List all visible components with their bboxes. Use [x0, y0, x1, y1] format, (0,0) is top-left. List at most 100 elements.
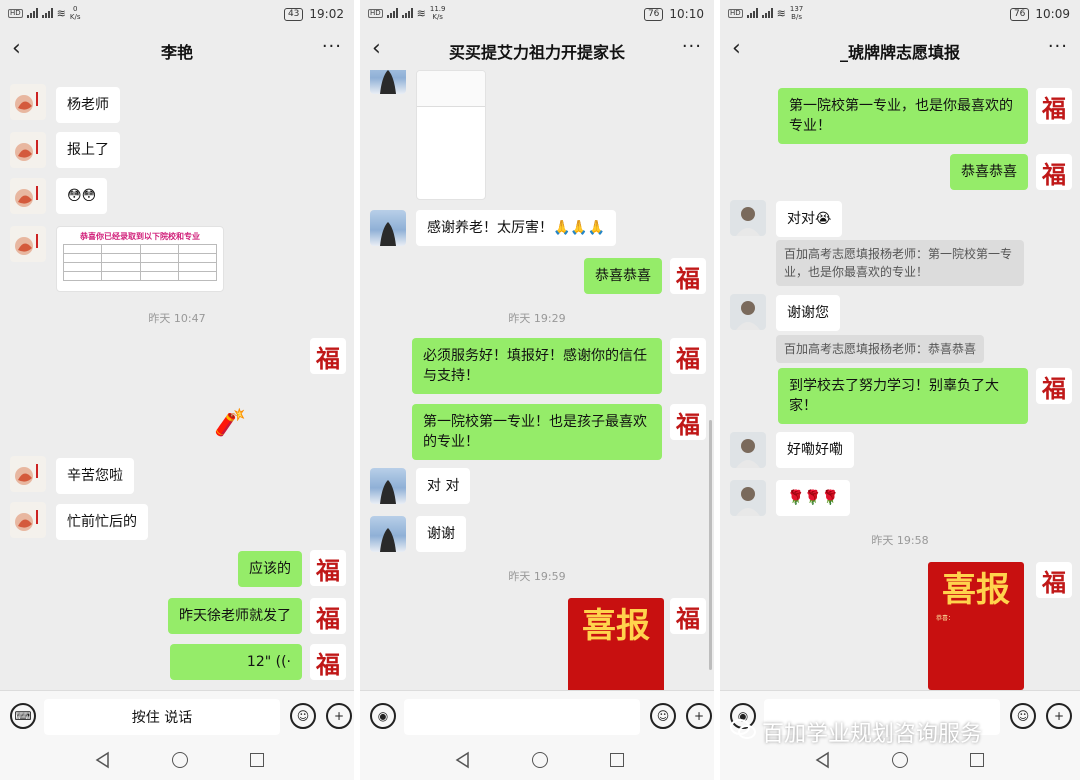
emoji-icon[interactable]: ☺ [290, 703, 316, 729]
avatar[interactable] [10, 178, 46, 214]
avatar-fu[interactable]: 福 [310, 338, 346, 374]
good-news-poster[interactable]: 喜报 [568, 598, 664, 690]
voice-message[interactable]: 12" ((· [170, 644, 302, 680]
avatar[interactable] [10, 132, 46, 168]
emoji-icon[interactable]: ☺ [650, 703, 676, 729]
voice-input-icon[interactable]: ◉ [370, 703, 396, 729]
nav-back-icon[interactable] [454, 751, 470, 769]
avatar-fu[interactable]: 福 [310, 644, 346, 680]
message-bubble-sent[interactable]: 恭喜恭喜 [584, 258, 662, 294]
message-bubble-sent[interactable]: 必须服务好！填报好！感谢你的信任与支持！ [412, 338, 662, 394]
nav-back-icon[interactable] [94, 751, 110, 769]
watermark: 百加学业规划咨询服务 [730, 716, 982, 748]
nav-home-icon[interactable] [892, 752, 908, 768]
message-bubble[interactable]: 好嘞好嘞 [776, 432, 854, 468]
back-icon[interactable]: ‹ [12, 36, 21, 61]
more-options-icon[interactable]: ··· [322, 36, 342, 57]
avatar-fu[interactable]: 福 [1036, 368, 1072, 404]
message-bubble-sent[interactable]: 第一院校第一专业，也是你最喜欢的专业！ [778, 88, 1028, 144]
message-bubble-sent[interactable]: 应该的 [238, 551, 302, 587]
keyboard-icon[interactable]: ⌨ [10, 703, 36, 729]
press-to-talk-button[interactable]: 按住 说话 [44, 699, 280, 735]
plus-icon[interactable]: + [1046, 703, 1072, 729]
timestamp: 昨天 19:58 [871, 534, 929, 547]
avatar[interactable] [10, 502, 46, 538]
message-bubble[interactable]: 感谢养老！太厉害！🙏🙏🙏 [416, 210, 617, 246]
avatar-fu[interactable]: 福 [670, 338, 706, 374]
hd-icon: HD [728, 8, 743, 18]
avatar[interactable] [730, 200, 766, 236]
message-bubble[interactable]: 对 对 [416, 468, 471, 504]
message-list[interactable]: 感谢养老！太厉害！🙏🙏🙏 福 恭喜恭喜 昨天 19:29 福 必须服务好！填报好… [360, 70, 714, 690]
clock: 10:10 [669, 7, 704, 21]
chat-title-bar: ‹ 买买提艾力祖力开提家长 ··· [360, 28, 714, 70]
back-icon[interactable]: ‹ [372, 36, 381, 61]
message-bubble[interactable]: 🌹🌹🌹 [776, 480, 851, 516]
avatar-fu[interactable]: 福 [670, 404, 706, 440]
message-list[interactable]: 福 第一院校第一专业，也是你最喜欢的专业！ 福 恭喜恭喜 对对😭 百加高考志愿填… [720, 70, 1080, 690]
message-bubble[interactable]: 杨老师 [56, 87, 120, 123]
avatar[interactable] [370, 516, 406, 552]
message-input[interactable] [404, 699, 640, 735]
avatar-fu[interactable]: 福 [670, 258, 706, 294]
avatar-fu[interactable]: 福 [310, 598, 346, 634]
more-options-icon[interactable]: ··· [1048, 36, 1068, 57]
quoted-reply[interactable]: 百加高考志愿填报杨老师：恭喜恭喜 [776, 335, 985, 363]
nav-recents-icon[interactable] [610, 753, 624, 767]
voice-wave-icon: ((· [275, 654, 291, 670]
avatar-fu[interactable]: 福 [1036, 154, 1072, 190]
message-bubble[interactable]: 对对😭 [776, 201, 843, 237]
good-news-poster[interactable]: 喜报 恭喜： [928, 562, 1024, 690]
message-bubble[interactable]: 报上了 [56, 132, 120, 168]
message-bubble-sent[interactable]: 恭喜恭喜 [950, 154, 1028, 190]
nav-back-icon[interactable] [814, 751, 830, 769]
nav-recents-icon[interactable] [250, 753, 264, 767]
wifi-icon: ≋ [56, 6, 66, 20]
nav-home-icon[interactable] [172, 752, 188, 768]
avatar[interactable] [730, 432, 766, 468]
screenshot-collage: HD ≋ 0 K/s 43 19:02 ‹ 李艳 ··· 杨老师 报上了 😳😳 … [0, 0, 1080, 780]
message-bubble[interactable]: 谢谢 [416, 516, 466, 552]
avatar[interactable] [370, 468, 406, 504]
message-bubble-sent[interactable]: 第一院校第一专业！也是孩子最喜欢的专业！ [412, 404, 662, 460]
avatar[interactable] [730, 294, 766, 330]
signal-icon [761, 8, 773, 18]
poster-title: 喜报 [582, 606, 650, 646]
avatar[interactable] [10, 456, 46, 492]
avatar-fu[interactable]: 福 [1036, 562, 1072, 598]
screenshot-image-message[interactable] [416, 70, 486, 200]
timestamp: 昨天 19:29 [508, 312, 566, 325]
nav-recents-icon[interactable] [970, 753, 984, 767]
plus-icon[interactable]: + [686, 703, 712, 729]
firecracker-sticker[interactable]: 🧨 [214, 408, 246, 438]
back-icon[interactable]: ‹ [732, 36, 741, 61]
message-list[interactable]: 杨老师 报上了 😳😳 恭喜你已经录取到以下院校和专业 昨天 10:47 福 🧨 … [0, 70, 354, 690]
message-bubble[interactable]: 😳😳 [56, 178, 108, 214]
nav-home-icon[interactable] [532, 752, 548, 768]
plus-icon[interactable]: + [326, 703, 352, 729]
quoted-reply[interactable]: 百加高考志愿填报杨老师：第一院校第一专业，也是你最喜欢的专业！ [776, 240, 1024, 286]
message-bubble[interactable]: 谢谢您 [776, 295, 840, 331]
message-bubble-sent[interactable]: 到学校去了努力学习！别辜负了大家！ [778, 368, 1028, 424]
battery-level: 76 [643, 7, 664, 21]
avatar[interactable] [370, 70, 406, 94]
admission-image-message[interactable]: 恭喜你已经录取到以下院校和专业 [56, 226, 224, 292]
hd-icon: HD [8, 8, 23, 18]
avatar-fu[interactable]: 福 [1036, 88, 1072, 124]
system-nav-bar [360, 742, 714, 780]
emoji-icon[interactable]: ☺ [1010, 703, 1036, 729]
message-bubble-sent[interactable]: 昨天徐老师就发了 [168, 598, 302, 634]
avatar-fu[interactable]: 福 [670, 598, 706, 634]
avatar[interactable] [10, 226, 46, 262]
avatar-fu[interactable]: 福 [310, 550, 346, 586]
message-bubble[interactable]: 辛苦您啦 [56, 458, 134, 494]
network-speed: 11.9 K/s [429, 5, 446, 21]
poster-title: 喜报 [942, 570, 1010, 610]
message-bubble[interactable]: 忙前忙后的 [56, 504, 148, 540]
more-options-icon[interactable]: ··· [682, 36, 702, 57]
avatar[interactable] [10, 84, 46, 120]
avatar[interactable] [730, 480, 766, 516]
avatar[interactable] [370, 210, 406, 246]
wifi-icon: ≋ [416, 6, 426, 20]
scrollbar[interactable] [709, 420, 712, 670]
